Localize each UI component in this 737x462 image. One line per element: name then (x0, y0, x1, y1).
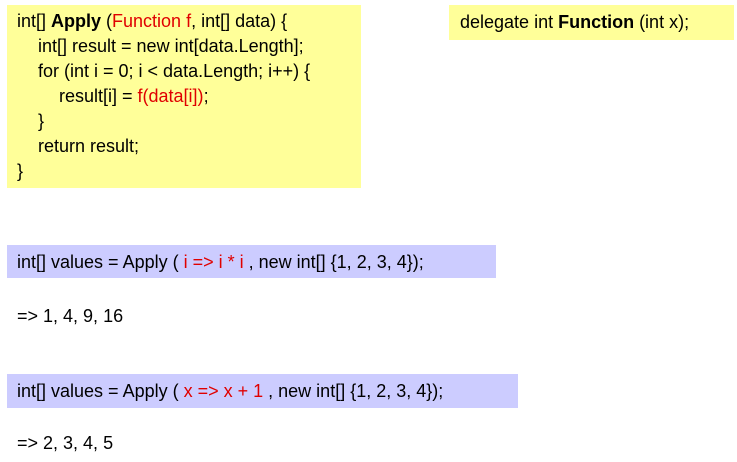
method-close-brace: } (17, 161, 24, 181)
code-text: int[] values = Apply ( (17, 252, 184, 272)
code-text: (int x); (634, 12, 690, 32)
lambda-expression: x => x + 1 (183, 381, 264, 401)
code-text: , new int[] {1, 2, 3, 4}); (263, 381, 444, 401)
result-allocation-line: int[] result = new int[data.Length]; (38, 36, 304, 56)
example1-call-block: int[] values = Apply ( i => i * i , new … (7, 245, 496, 278)
function-parameter: Function f (112, 11, 192, 31)
example1-call-line: int[] values = Apply ( i => i * i , new … (17, 251, 424, 273)
assignment-line: result[i] = f(data[i]); (59, 85, 209, 107)
loop-close-brace: } (38, 111, 45, 131)
example1-result: => 1, 4, 9, 16 (17, 306, 124, 326)
function-call: f(data[i]) (137, 86, 204, 106)
lambda-expression: i => i * i (183, 252, 244, 272)
code-text: delegate int (460, 12, 559, 32)
code-text: result[i] = (59, 86, 138, 106)
code-text: int[] values = Apply ( (17, 381, 184, 401)
code-text: ; (203, 86, 209, 106)
example2-result: => 2, 3, 4, 5 (17, 433, 114, 453)
code-text: ( (101, 11, 113, 31)
apply-signature-line: int[] Apply (Function f, int[] data) { (17, 10, 287, 32)
for-loop-line: for (int i = 0; i < data.Length; i++) { (38, 61, 311, 81)
delegate-declaration-block: delegate int Function (int x); (449, 5, 734, 40)
code-text: , new int[] {1, 2, 3, 4}); (243, 252, 424, 272)
delegate-declaration-line: delegate int Function (int x); (460, 11, 689, 33)
apply-method-code-block: int[] Apply (Function f, int[] data) { i… (7, 5, 361, 188)
code-text: int[] (17, 11, 52, 31)
apply-method-name: Apply (51, 11, 102, 31)
example2-call-block: int[] values = Apply ( x => x + 1 , new … (7, 374, 518, 408)
example2-call-line: int[] values = Apply ( x => x + 1 , new … (17, 380, 443, 402)
code-text: , int[] data) { (191, 11, 288, 31)
delegate-type-name: Function (558, 12, 635, 32)
return-line: return result; (38, 136, 140, 156)
